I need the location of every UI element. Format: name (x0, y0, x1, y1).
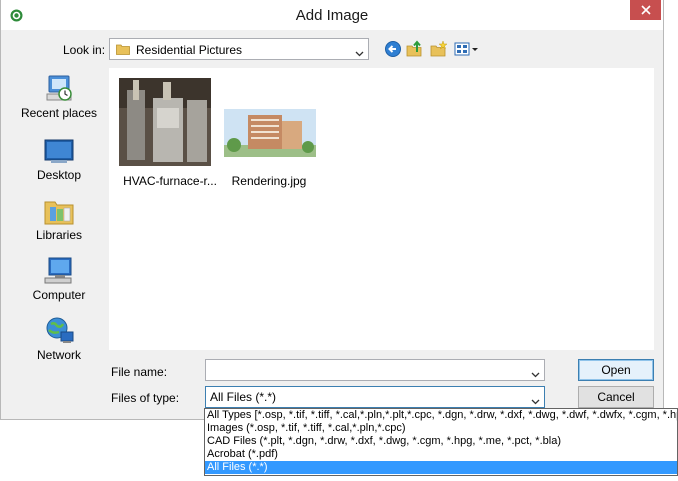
filetype-option-selected[interactable]: All Files (*.*) (205, 461, 677, 474)
libraries-icon (9, 196, 109, 226)
close-icon (640, 4, 651, 18)
back-arrow-icon (384, 41, 402, 61)
lookin-dropdown[interactable]: Residential Pictures (109, 38, 369, 60)
desktop-icon (9, 136, 109, 166)
filetype-options-list[interactable]: All Types [*.osp, *.tif, *.tiff, *.cal,*… (204, 408, 678, 476)
place-label: Libraries (35, 228, 83, 242)
filetype-option[interactable]: Images (*.osp, *.tif, *.tiff, *.cal,*.pl… (205, 422, 677, 435)
folder-icon (116, 43, 130, 58)
filetype-option[interactable]: All Types [*.osp, *.tif, *.tiff, *.cal,*… (205, 409, 677, 422)
new-folder-button[interactable] (430, 40, 448, 58)
place-desktop[interactable]: Desktop (9, 136, 109, 192)
place-recent-places[interactable]: Recent places (9, 74, 109, 130)
filetype-option[interactable]: Acrobat (*.pdf) (205, 448, 677, 461)
place-label: Recent places (20, 106, 98, 120)
lookin-value: Residential Pictures (136, 43, 243, 57)
view-menu-button[interactable] (454, 40, 480, 58)
chevron-down-icon (355, 46, 364, 60)
up-folder-button[interactable] (406, 40, 424, 58)
window-title: Add Image (295, 7, 369, 24)
filetype-label: Files of type: (111, 391, 180, 405)
chevron-down-icon (531, 394, 540, 408)
furnace-photo-thumbnail (119, 78, 211, 169)
new-folder-icon (430, 40, 448, 61)
open-button[interactable]: Open (578, 359, 654, 381)
recent-places-icon (9, 74, 109, 104)
filetype-dropdown[interactable]: All Files (*.*) (205, 386, 545, 408)
back-button[interactable] (384, 40, 402, 58)
file-name: HVAC-furnace-r... (123, 174, 217, 188)
places-bar: Recent places Desktop Libraries Computer… (9, 68, 105, 368)
title-bar[interactable]: Add Image (1, 0, 663, 30)
close-button[interactable] (630, 0, 661, 20)
place-computer[interactable]: Computer (9, 256, 109, 312)
file-item[interactable]: HVAC-furnace-r... (117, 78, 223, 190)
up-folder-icon (406, 40, 424, 61)
chevron-down-icon (531, 367, 540, 381)
place-label: Network (36, 348, 81, 362)
file-name: Rendering.jpg (231, 174, 307, 188)
filename-input[interactable] (205, 359, 545, 381)
rendering-image-thumbnail (224, 109, 316, 160)
filetype-option[interactable]: CAD Files (*.plt, *.dgn, *.drw, *.dxf, *… (205, 435, 677, 448)
file-item[interactable]: Rendering.jpg (221, 78, 317, 190)
network-icon (9, 316, 109, 346)
place-label: Computer (32, 288, 86, 302)
view-grid-icon (454, 42, 480, 61)
cancel-button[interactable]: Cancel (578, 386, 654, 408)
filetype-value: All Files (*.*) (210, 390, 277, 404)
computer-icon (9, 256, 109, 286)
lookin-label: Look in: (63, 43, 106, 57)
place-label: Desktop (36, 168, 82, 182)
filename-label: File name: (111, 365, 168, 379)
place-network[interactable]: Network (9, 316, 109, 372)
file-list[interactable]: HVAC-furnace-r... Rendering.jpg (109, 68, 654, 350)
add-image-dialog: Add Image Look in: Residential Pictures (0, 0, 664, 420)
place-libraries[interactable]: Libraries (9, 196, 109, 252)
